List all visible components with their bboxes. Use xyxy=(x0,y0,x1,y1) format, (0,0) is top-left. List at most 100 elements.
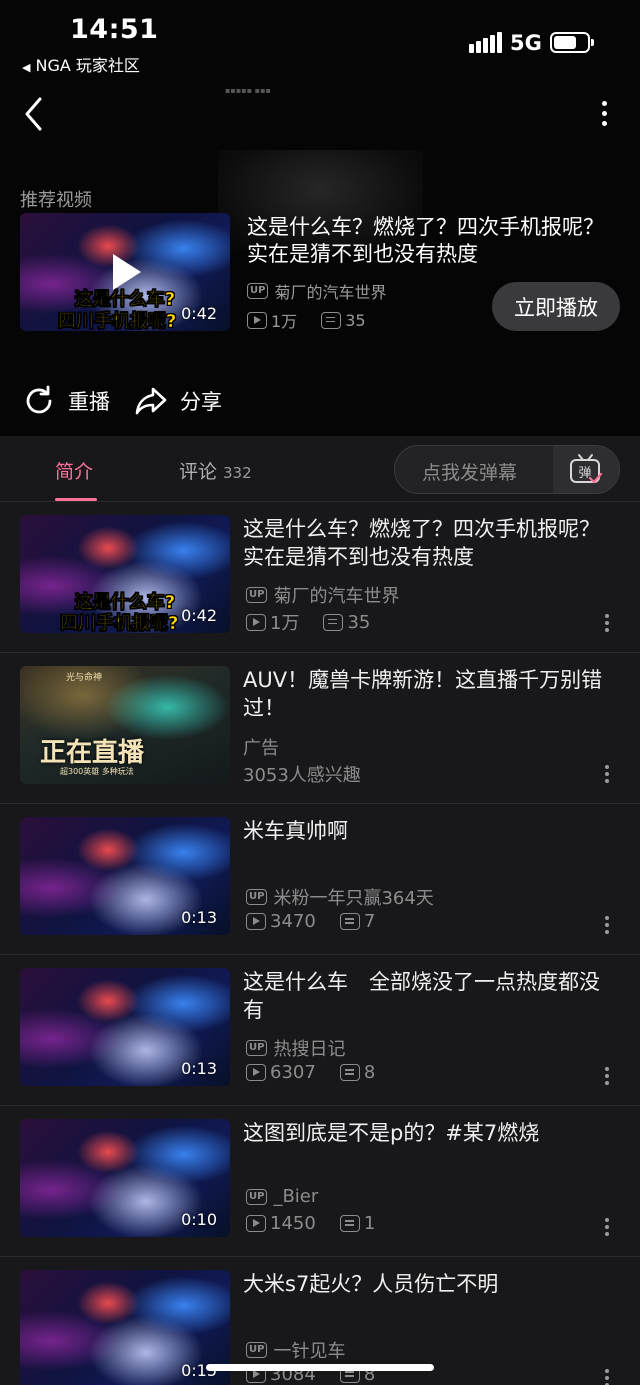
chevron-left-icon xyxy=(25,97,42,131)
views-icon xyxy=(247,311,267,329)
back-button[interactable] xyxy=(22,96,52,132)
video-title[interactable]: 这是什么车？燃烧了？四次手机报呢？实在是猜不到也没有热度 xyxy=(243,515,618,571)
video-thumbnail[interactable]: 0:13 xyxy=(20,817,230,935)
video-thumbnail[interactable]: 这是什么车? 四川手机报呢? 0:42 xyxy=(20,515,230,633)
replay-label: 重播 xyxy=(68,390,110,414)
uploader[interactable]: UP 热搜日记 xyxy=(246,1035,345,1061)
danmaku-count: 7 xyxy=(363,911,376,932)
tab-active-indicator xyxy=(55,498,97,501)
up-badge-icon: UP xyxy=(246,1342,268,1358)
video-title[interactable]: 这图到底是不是p的？#某7燃烧 xyxy=(243,1119,618,1147)
recommended-uploader[interactable]: UP 菊厂的汽车世界 xyxy=(247,279,386,303)
list-item[interactable]: 这是什么车? 四川手机报呢? 0:42 这是什么车？燃烧了？四次手机报呢？实在是… xyxy=(0,502,640,653)
duration-label: 0:13 xyxy=(181,908,217,927)
status-time: 14:51 xyxy=(70,14,159,45)
danmaku-count: 35 xyxy=(345,310,366,330)
video-stats: 3470 7 xyxy=(246,911,375,932)
uploader-name: 一针见车 xyxy=(273,1341,346,1362)
video-thumbnail[interactable]: 0:13 xyxy=(20,968,230,1086)
tab-intro[interactable]: 简介 xyxy=(55,457,93,484)
views-icon xyxy=(246,1215,266,1232)
ad-live-title: 正在直播 xyxy=(40,738,145,768)
share-icon xyxy=(135,387,167,415)
replay-icon xyxy=(26,385,52,414)
player-watermark: ▪▪▪▪▪ ▪▪▪ xyxy=(225,86,271,95)
recommended-title[interactable]: 这是什么车？燃烧了？四次手机报呢？实在是猜不到也没有热度 xyxy=(247,214,607,268)
recommended-thumbnail[interactable]: 这是什么车? 四川手机报呢? 0:42 xyxy=(20,213,230,331)
list-item[interactable]: 0:10 这图到底是不是p的？#某7燃烧 UP _Bier 1450 1 xyxy=(0,1106,640,1257)
danmaku-count: 8 xyxy=(363,1062,376,1083)
item-more-button[interactable] xyxy=(604,1369,610,1385)
danmaku-count: 1 xyxy=(363,1213,376,1234)
ad-item[interactable]: 光与命神 正在直播 超300英雄 多种玩法 AUV！魔兽卡牌新游！这直播千万别错… xyxy=(0,653,640,804)
video-thumbnail[interactable]: 0:15 xyxy=(20,1270,230,1385)
video-stats: 1万 35 xyxy=(246,609,370,635)
danmaku-input[interactable]: 点我发弹幕 xyxy=(422,458,517,485)
duration-label: 0:10 xyxy=(181,1210,217,1229)
share-button[interactable]: 分享 xyxy=(134,384,222,418)
views-count: 6307 xyxy=(270,1062,316,1083)
uploader[interactable]: UP 米粉一年只赢364天 xyxy=(246,884,434,910)
up-badge-icon: UP xyxy=(246,889,268,905)
related-video-list: 这是什么车? 四川手机报呢? 0:42 这是什么车？燃烧了？四次手机报呢？实在是… xyxy=(0,502,640,1385)
video-player[interactable]: ▪▪▪▪▪ ▪▪▪ 14:51 ◀ NGA 玩家社区 5G 推荐视频 这是什么车?… xyxy=(0,0,640,436)
danmaku-count-icon xyxy=(339,1064,360,1081)
battery-icon xyxy=(550,32,594,53)
up-badge-icon: UP xyxy=(246,1040,268,1056)
video-title[interactable]: 大米s7起火？人员伤亡不明 xyxy=(243,1270,618,1298)
views-count: 1万 xyxy=(270,613,300,634)
list-item[interactable]: 0:13 米车真帅啊 UP 米粉一年只赢364天 3470 7 xyxy=(0,804,640,955)
uploader[interactable]: UP _Bier xyxy=(246,1186,318,1207)
ad-thumbnail[interactable]: 光与命神 正在直播 超300英雄 多种玩法 xyxy=(20,666,230,784)
danmaku-bar: 点我发弹幕 弹 xyxy=(394,445,620,494)
danmaku-toggle-button[interactable]: 弹 xyxy=(553,446,619,493)
ad-badge: 广告 xyxy=(243,738,279,759)
danmaku-count: 35 xyxy=(347,611,371,633)
item-more-button[interactable] xyxy=(604,1218,610,1236)
video-title[interactable]: 米车真帅啊 xyxy=(243,817,618,845)
network-type: 5G xyxy=(510,31,542,55)
item-more-button[interactable] xyxy=(604,1067,610,1085)
uploader-name: 热搜日记 xyxy=(273,1039,346,1060)
video-stats: 1450 1 xyxy=(246,1213,375,1234)
views-icon xyxy=(246,913,266,930)
danmaku-count-icon xyxy=(323,613,344,631)
views-icon xyxy=(246,613,266,631)
comments-count: 332 xyxy=(223,464,252,482)
recommended-label: 推荐视频 xyxy=(20,190,92,211)
danmaku-tv-icon: 弹 xyxy=(570,453,603,483)
item-more-button[interactable] xyxy=(604,765,610,783)
home-indicator[interactable] xyxy=(206,1364,434,1371)
views-count: 1万 xyxy=(271,312,298,331)
play-icon[interactable] xyxy=(103,250,147,294)
replay-button[interactable]: 重播 xyxy=(22,384,110,418)
video-thumbnail[interactable]: 0:10 xyxy=(20,1119,230,1237)
uploader[interactable]: UP 菊厂的汽车世界 xyxy=(246,582,399,608)
tab-comments-label: 评论 xyxy=(179,461,218,483)
recommended-stats: 1万 35 xyxy=(247,308,366,332)
item-more-button[interactable] xyxy=(604,916,610,934)
tab-comments[interactable]: 评论 332 xyxy=(179,457,252,484)
danmaku-count-icon xyxy=(339,913,360,930)
uploader[interactable]: UP 一针见车 xyxy=(246,1337,345,1363)
ad-interest-count: 3053人感兴趣 xyxy=(243,765,361,786)
views-count: 1450 xyxy=(270,1213,316,1234)
status-back-app-label: NGA 玩家社区 xyxy=(35,56,140,75)
uploader-name: 米粉一年只赢364天 xyxy=(273,888,434,909)
duration-label: 0:42 xyxy=(181,304,217,323)
views-count: 3470 xyxy=(270,911,316,932)
views-icon xyxy=(246,1064,266,1081)
up-badge-icon: UP xyxy=(247,283,269,299)
more-options-button[interactable] xyxy=(592,98,616,130)
danmaku-count-icon xyxy=(339,1215,360,1232)
video-title[interactable]: 这是什么车 全部烧没了一点热度都没有 xyxy=(243,968,618,1024)
duration-label: 0:42 xyxy=(181,606,217,625)
share-label: 分享 xyxy=(180,390,222,414)
recommended-uploader-name: 菊厂的汽车世界 xyxy=(274,283,387,302)
status-back-app[interactable]: ◀ NGA 玩家社区 xyxy=(22,52,140,76)
play-now-button[interactable]: 立即播放 xyxy=(492,282,620,331)
item-more-button[interactable] xyxy=(604,614,610,632)
ad-title[interactable]: AUV！魔兽卡牌新游！这直播千万别错过！ xyxy=(243,666,618,722)
back-triangle-icon: ◀ xyxy=(22,61,31,74)
list-item[interactable]: 0:13 这是什么车 全部烧没了一点热度都没有 UP 热搜日记 6307 8 xyxy=(0,955,640,1106)
